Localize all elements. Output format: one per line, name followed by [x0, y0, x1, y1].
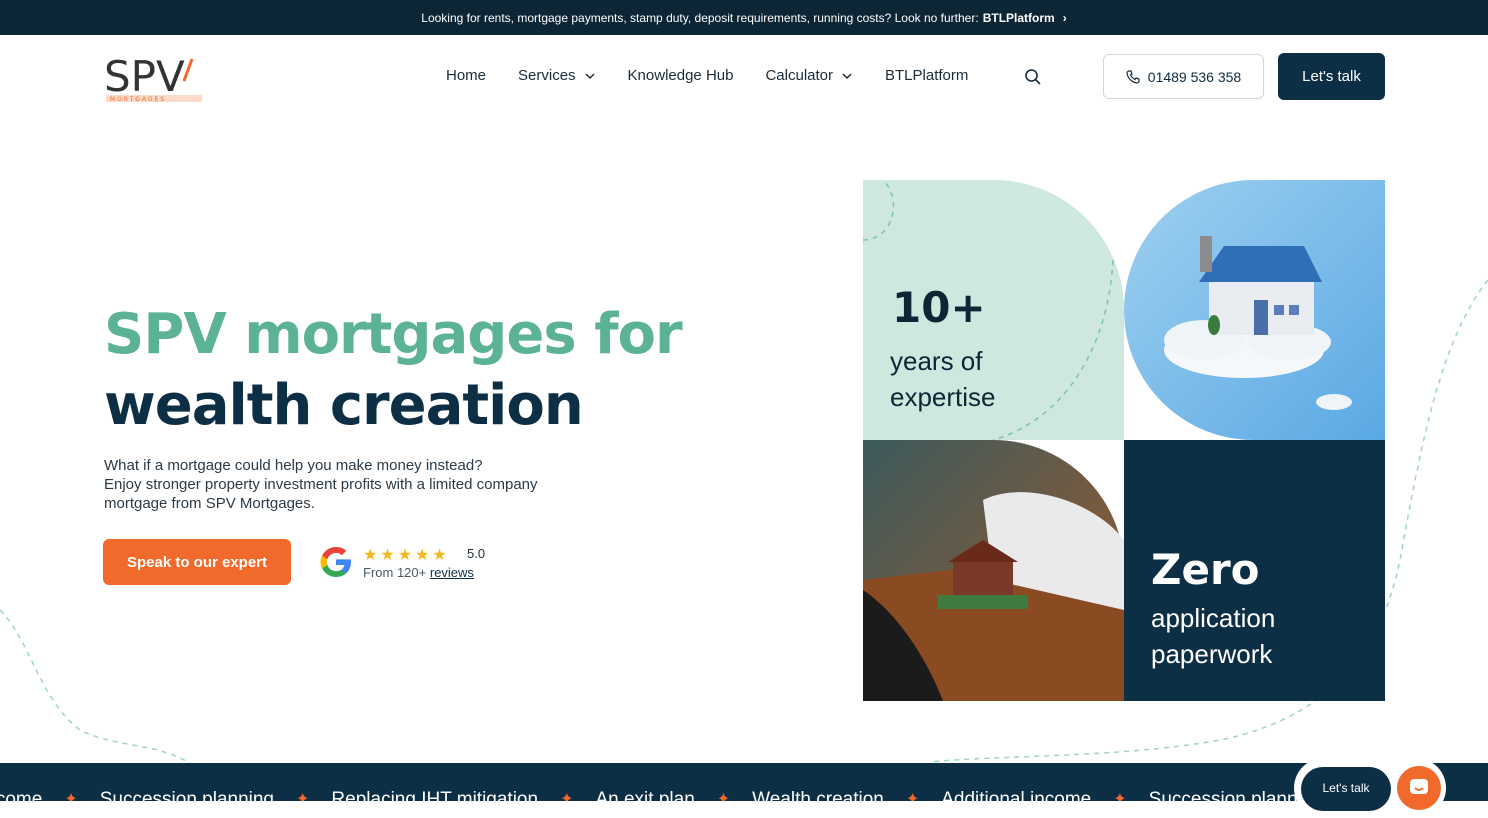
main-nav: Home Services Knowledge Hub Calculator B…	[446, 67, 1000, 84]
paperwork-tile: Zero application paperwork	[1124, 440, 1385, 701]
zero-label-line1: application	[1151, 603, 1276, 633]
rating-stars: ★ ★ ★ ★ ★	[363, 545, 447, 565]
lets-talk-button[interactable]: Let's talk	[1278, 53, 1385, 100]
benefits-ticker: Income ✦ Succession planning ✦ Replacing IHT…	[0, 763, 1488, 801]
years-label: years of expertise	[890, 343, 996, 415]
ticker-item: Income	[0, 789, 43, 801]
ticker-item: An exit plan	[595, 789, 695, 801]
years-label-line1: years of	[890, 346, 983, 376]
nav-btlplatform[interactable]: BTLPlatform	[885, 67, 968, 84]
announcement-bar: Looking for rents, mortgage payments, st…	[0, 0, 1488, 35]
nav-services-label: Services	[518, 67, 576, 84]
nav-home-label: Home	[446, 67, 487, 84]
phone-button[interactable]: 01489 536 358	[1103, 54, 1264, 99]
star-icon: ★	[380, 547, 395, 564]
ticker-row: Income ✦ Succession planning ✦ Replacing IHT…	[0, 789, 1323, 801]
reviews-link[interactable]: reviews	[430, 565, 474, 580]
star-icon: ✦	[560, 791, 574, 801]
hero-subtitle-line2: Enjoy stronger property investment profi…	[104, 476, 538, 512]
rating-from: From 120+ reviews	[363, 565, 474, 580]
ticker-item: Wealth creation	[752, 789, 884, 801]
phone-number: 01489 536 358	[1147, 68, 1242, 85]
search-icon[interactable]	[1024, 68, 1042, 86]
chat-bubble-icon[interactable]	[1397, 766, 1441, 810]
google-icon	[320, 547, 351, 577]
house-image-tile	[1124, 180, 1385, 440]
stats-grid: 10+ years of expertise Zero application …	[863, 180, 1385, 701]
chat-lets-talk-button[interactable]: Let's talk	[1301, 767, 1391, 811]
nav-services[interactable]: Services	[518, 67, 596, 84]
nav-btlplatform-label: BTLPlatform	[885, 67, 969, 84]
chat-icon	[1410, 779, 1428, 794]
zero-label-line2: paperwork	[1151, 639, 1273, 669]
years-label-line2: expertise	[890, 382, 996, 412]
hero-title-line2: wealth creation	[104, 373, 584, 438]
nav-home[interactable]: Home	[446, 67, 486, 84]
hero-subtitle: What if a mortgage could help you make m…	[104, 456, 604, 513]
years-value: 10+	[892, 283, 986, 332]
svg-text:SPV: SPV	[104, 52, 185, 101]
star-icon: ★	[432, 547, 447, 564]
hero-title-line1: SPV mortgages for	[104, 302, 683, 367]
star-icon: ★	[363, 547, 378, 564]
rating-from-text: From 120+	[363, 565, 427, 580]
chevron-right-icon[interactable]: ›	[1063, 11, 1067, 25]
star-icon: ✦	[64, 791, 78, 801]
phone-icon	[1126, 69, 1140, 84]
nav-knowledge-hub[interactable]: Knowledge Hub	[628, 67, 734, 84]
speak-to-expert-button[interactable]: Speak to our expert	[103, 539, 291, 585]
zero-value: Zero	[1151, 545, 1260, 594]
hero-subtitle-line1: What if a mortgage could help you make m…	[104, 457, 483, 474]
chevron-down-icon	[842, 72, 852, 79]
star-icon: ★	[415, 547, 430, 564]
star-icon: ✦	[716, 791, 731, 801]
svg-text:MORTGAGES: MORTGAGES	[110, 96, 166, 103]
announcement-text: Looking for rents, mortgage payments, st…	[421, 10, 979, 25]
star-icon: ✦	[1113, 791, 1127, 801]
nav-calculator[interactable]: Calculator	[765, 67, 853, 84]
spv-logo[interactable]: SPV MORTGAGES	[104, 51, 204, 103]
meeting-image-tile	[863, 440, 1124, 701]
star-icon: ✦	[296, 791, 310, 801]
ticker-item: Replacing IHT mitigation	[331, 789, 539, 801]
star-icon: ★	[397, 547, 413, 564]
chevron-down-icon	[585, 72, 595, 79]
house-in-clouds-image	[1124, 180, 1385, 440]
announcement-link[interactable]: BTLPlatform	[983, 11, 1055, 25]
ticker-item: Succession planning	[99, 789, 275, 801]
nav-calculator-label: Calculator	[765, 67, 833, 84]
rating-score: 5.0	[467, 546, 486, 561]
years-tile: 10+ years of expertise	[863, 180, 1124, 440]
meeting-photo-image	[863, 440, 1124, 701]
ticker-item: Additional income	[941, 789, 1092, 801]
site-header: SPV MORTGAGES Home Services Knowledge Hu…	[0, 35, 1488, 119]
zero-label: application paperwork	[1151, 600, 1275, 672]
nav-knowledge-hub-label: Knowledge Hub	[627, 67, 734, 84]
star-icon: ✦	[905, 791, 920, 801]
